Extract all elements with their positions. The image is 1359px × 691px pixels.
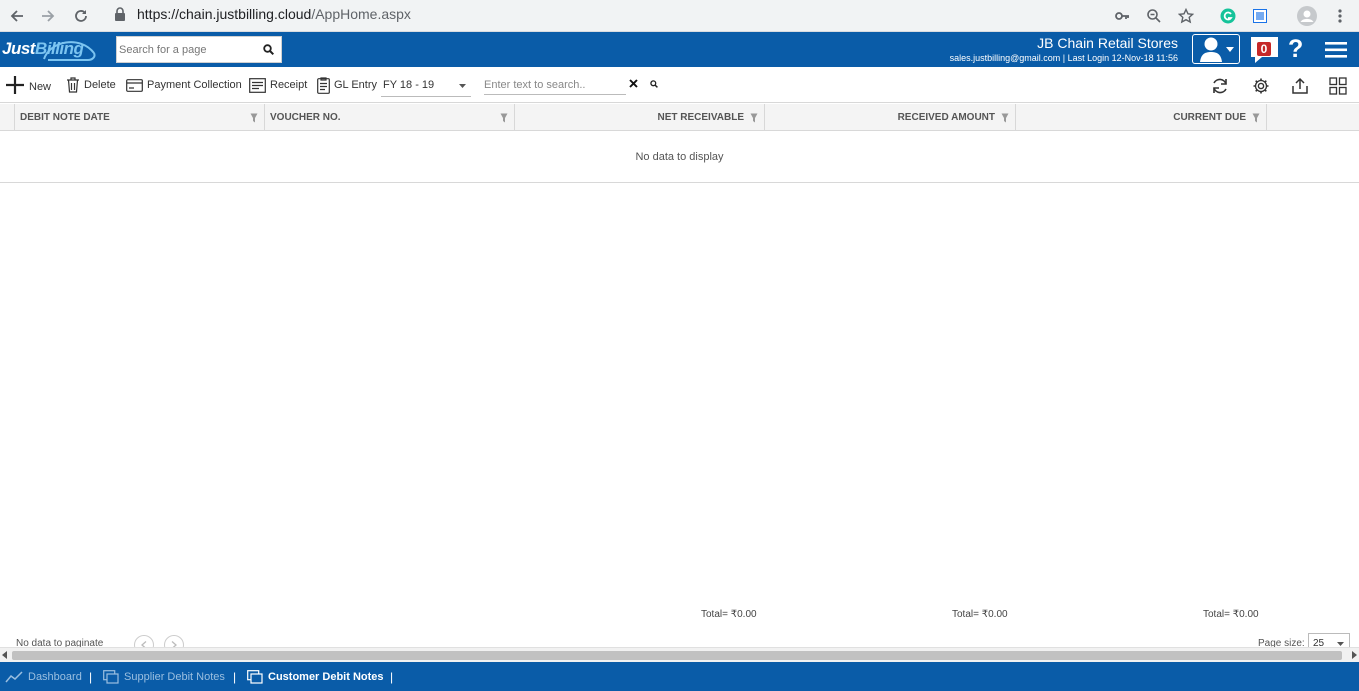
- login-info: sales.justbilling@gmail.com | Last Login…: [949, 53, 1178, 63]
- column-header-current-due[interactable]: CURRENT DUE: [1015, 104, 1266, 131]
- column-label: VOUCHER NO.: [270, 112, 341, 123]
- page-search-box[interactable]: [116, 36, 282, 63]
- tab-label: Supplier Debit Notes: [124, 670, 225, 683]
- zoom-icon[interactable]: [1142, 4, 1166, 28]
- url-host: https://chain.justbilling.cloud: [137, 6, 312, 22]
- new-label: New: [29, 80, 52, 93]
- filter-pin-icon[interactable]: [250, 113, 258, 123]
- total-current-due: Total= ₹0.00: [1203, 609, 1259, 620]
- extension-icon[interactable]: [1248, 4, 1272, 28]
- lock-icon: [114, 7, 126, 21]
- hamburger-menu-icon[interactable]: [1325, 41, 1347, 59]
- bookmark-star-icon[interactable]: [1174, 4, 1198, 28]
- caret-down-icon: [459, 84, 466, 88]
- browser-toolbar: https://chain.justbilling.cloud/AppHome.…: [0, 0, 1359, 32]
- tab-separator: |: [233, 670, 237, 684]
- fiscal-year-select[interactable]: FY 18 - 19: [381, 75, 471, 97]
- grid-header: DEBIT NOTE DATE VOUCHER NO. NET RECEIVAB…: [0, 104, 1359, 131]
- trash-icon: [67, 77, 79, 93]
- receipt-label: Receipt: [270, 79, 308, 91]
- payment-collection-label: Payment Collection: [147, 79, 242, 91]
- documents-icon: [103, 669, 119, 684]
- column-header-voucher-no[interactable]: VOUCHER NO.: [264, 104, 514, 131]
- reload-icon[interactable]: [69, 4, 93, 28]
- receipt-button[interactable]: Receipt: [249, 67, 307, 103]
- logo-cloud-icon: [43, 41, 96, 61]
- grid-toolbar: New Delete Payment Collection Receipt GL…: [0, 67, 1359, 103]
- grid-search-input[interactable]: [484, 76, 624, 94]
- user-menu-button[interactable]: [1192, 34, 1240, 64]
- tab-supplier-debit-notes[interactable]: Supplier Debit Notes: [103, 662, 225, 691]
- grid-search-box[interactable]: [484, 75, 626, 95]
- new-button[interactable]: New: [5, 67, 51, 103]
- gl-entry-label: GL Entry: [334, 79, 377, 91]
- column-label: DEBIT NOTE DATE: [20, 112, 110, 123]
- grid-search-icon[interactable]: [650, 80, 658, 88]
- column-label: CURRENT DUE: [1173, 112, 1246, 123]
- total-net-receivable: Total= ₹0.00: [701, 609, 757, 620]
- key-icon[interactable]: [1110, 4, 1134, 28]
- card-icon: [126, 78, 143, 92]
- footer-tab-bar: Dashboard | Supplier Debit Notes | Custo…: [0, 662, 1359, 691]
- url-text[interactable]: https://chain.justbilling.cloud/AppHome.…: [137, 6, 411, 22]
- tab-separator: |: [89, 670, 93, 684]
- horizontal-scrollbar[interactable]: [0, 647, 1359, 662]
- scrollbar-thumb[interactable]: [12, 651, 1342, 660]
- column-header-received-amount[interactable]: RECEIVED AMOUNT: [764, 104, 1015, 131]
- url-path: /AppHome.aspx: [311, 6, 411, 22]
- app-header: JustBilling JB Chain Retail Stores sales…: [0, 32, 1359, 67]
- caret-down-icon: [1337, 642, 1344, 646]
- store-name: JB Chain Retail Stores: [1037, 35, 1178, 51]
- total-received-amount: Total= ₹0.00: [952, 609, 1008, 620]
- search-icon[interactable]: [263, 44, 274, 55]
- export-upload-icon[interactable]: [1289, 75, 1311, 97]
- back-icon[interactable]: [5, 4, 29, 28]
- column-header-debit-note-date[interactable]: DEBIT NOTE DATE: [14, 104, 264, 131]
- notifications-button[interactable]: 0: [1250, 36, 1280, 64]
- filter-pin-icon[interactable]: [750, 113, 758, 123]
- forward-icon[interactable]: [36, 4, 60, 28]
- scroll-left-icon[interactable]: [2, 651, 8, 659]
- page-search-input[interactable]: [117, 37, 257, 62]
- help-icon[interactable]: ?: [1288, 35, 1303, 63]
- tab-label: Dashboard: [28, 670, 82, 683]
- layout-grid-icon[interactable]: [1327, 75, 1349, 97]
- column-header-spacer: [1266, 104, 1359, 131]
- more-options-icon[interactable]: [1328, 4, 1352, 28]
- empty-grid-message: No data to display: [0, 131, 1359, 183]
- clear-search-icon[interactable]: [629, 79, 638, 88]
- filter-pin-icon[interactable]: [500, 113, 508, 123]
- user-avatar-icon: [1199, 37, 1222, 62]
- tab-customer-debit-notes[interactable]: Customer Debit Notes: [247, 662, 384, 691]
- tab-separator: |: [390, 670, 394, 684]
- grammarly-icon[interactable]: [1216, 4, 1240, 28]
- delete-label: Delete: [84, 79, 116, 91]
- scroll-right-icon[interactable]: [1351, 651, 1357, 659]
- chart-line-icon: [5, 670, 23, 682]
- payment-collection-button[interactable]: Payment Collection: [126, 67, 242, 103]
- filter-pin-icon[interactable]: [1252, 113, 1260, 123]
- column-label: RECEIVED AMOUNT: [897, 112, 995, 123]
- delete-button[interactable]: Delete: [66, 67, 116, 103]
- settings-gear-icon[interactable]: [1250, 75, 1272, 97]
- tab-dashboard[interactable]: Dashboard: [5, 662, 82, 691]
- column-header-net-receivable[interactable]: NET RECEIVABLE: [514, 104, 764, 131]
- notification-count: 0: [1257, 42, 1271, 56]
- gl-entry-button[interactable]: GL Entry: [317, 67, 377, 103]
- refresh-icon[interactable]: [1209, 75, 1231, 97]
- chevron-down-icon: [1225, 46, 1234, 52]
- documents-icon: [247, 669, 263, 684]
- column-label: NET RECEIVABLE: [657, 112, 745, 123]
- filter-pin-icon[interactable]: [1001, 113, 1009, 123]
- clipboard-icon: [317, 76, 330, 94]
- profile-icon[interactable]: [1295, 4, 1319, 28]
- plus-icon: [6, 76, 24, 94]
- logo-part1: Just: [2, 39, 35, 58]
- tab-label: Customer Debit Notes: [268, 670, 384, 683]
- fiscal-year-value: FY 18 - 19: [383, 79, 435, 91]
- receipt-icon: [249, 77, 266, 93]
